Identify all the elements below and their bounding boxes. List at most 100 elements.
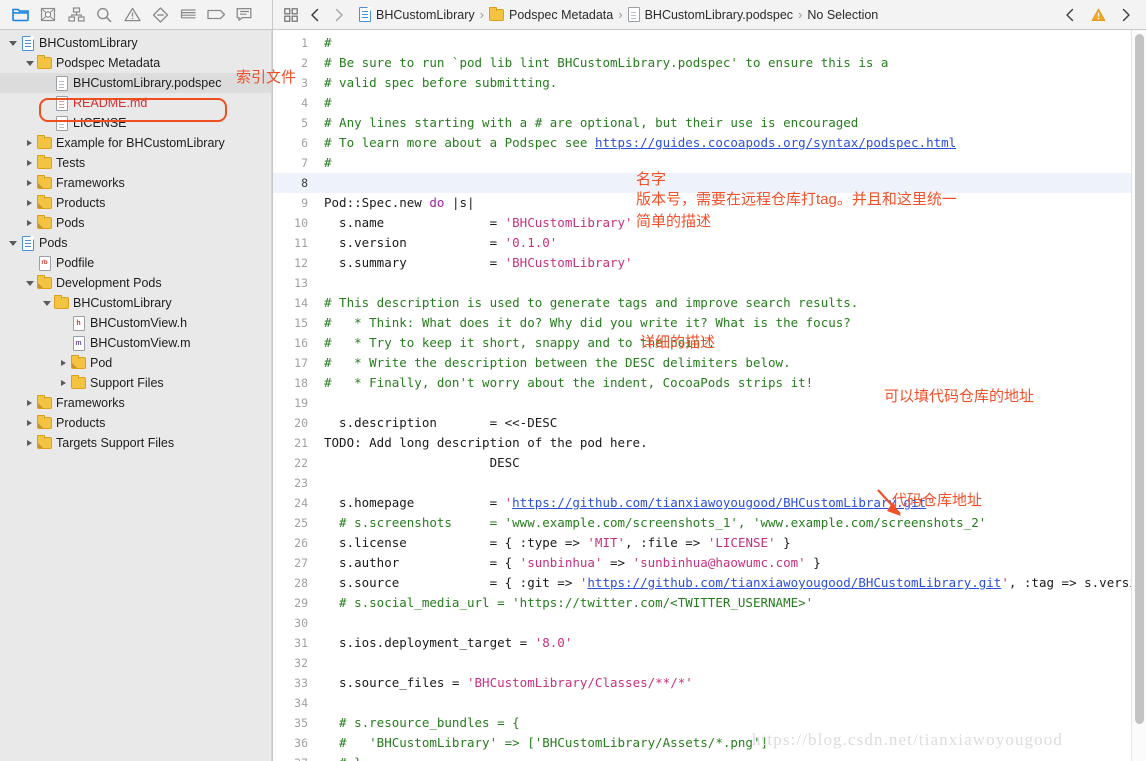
code-line[interactable]: 30 [273, 613, 1146, 633]
project-navigator[interactable]: BHCustomLibrary Podspec Metadata BHCustomL… [0, 30, 273, 761]
code-lines[interactable]: 1 #2 # Be sure to run `pod lib lint BHCust… [273, 30, 1146, 761]
disclosure-triangle-open-icon[interactable] [23, 60, 36, 66]
code-line-text[interactable]: s.version = '0.1.0' [317, 233, 1146, 253]
code-line[interactable]: 37 # } [273, 753, 1146, 761]
back-button[interactable] [303, 4, 327, 26]
code-line[interactable]: 28 s.source = { :git => 'https://github.… [273, 573, 1146, 593]
navigator-row[interactable]: h BHCustomView.h [0, 313, 272, 333]
code-line[interactable]: 21 TODO: Add long description of the pod … [273, 433, 1146, 453]
code-line[interactable]: 31 s.ios.deployment_target = '8.0' [273, 633, 1146, 653]
code-line[interactable]: 35 # s.resource_bundles = { [273, 713, 1146, 733]
disclosure-triangle-open-icon[interactable] [6, 40, 19, 46]
debug-navigator-icon[interactable] [174, 3, 202, 27]
code-line[interactable]: 18 # * Finally, don't worry about the ind… [273, 373, 1146, 393]
navigator-row[interactable]: README.md [0, 93, 272, 113]
code-line-text[interactable]: s.homepage = 'https://github.com/tianxia… [317, 493, 1146, 513]
disclosure-triangle-closed-icon[interactable] [57, 360, 70, 366]
code-line-text[interactable]: s.license = { :type => 'MIT', :file => '… [317, 533, 1146, 553]
disclosure-triangle-open-icon[interactable] [40, 300, 53, 306]
find-navigator-icon[interactable] [90, 3, 118, 27]
symbol-navigator-icon[interactable] [62, 3, 90, 27]
navigator-row[interactable]: Tests [0, 153, 272, 173]
code-line-text[interactable]: # [317, 93, 1146, 113]
code-line[interactable]: 22 DESC [273, 453, 1146, 473]
navigator-row[interactable]: Products [0, 413, 272, 433]
code-line[interactable]: 33 s.source_files = 'BHCustomLibrary/Cla… [273, 673, 1146, 693]
breadcrumb-selection[interactable]: No Selection [807, 8, 878, 22]
source-editor[interactable]: 1 #2 # Be sure to run `pod lib lint BHCust… [273, 30, 1146, 761]
issue-navigator-icon[interactable] [118, 3, 146, 27]
code-line[interactable]: 25 # s.screenshots = 'www.example.com/sc… [273, 513, 1146, 533]
code-line-text[interactable]: # This description is used to generate t… [317, 293, 1146, 313]
navigator-row[interactable]: Support Files [0, 373, 272, 393]
navigator-row[interactable]: m BHCustomView.m [0, 333, 272, 353]
code-line-text[interactable]: # [317, 153, 1146, 173]
navigator-row[interactable]: Example for BHCustomLibrary [0, 133, 272, 153]
navigator-row[interactable]: Frameworks [0, 173, 272, 193]
code-line-text[interactable]: # } [317, 753, 1146, 761]
code-line[interactable]: 16 # * Try to keep it short, snappy and t… [273, 333, 1146, 353]
code-line[interactable]: 7 # [273, 153, 1146, 173]
code-line[interactable]: 8 [273, 173, 1146, 193]
code-line-text[interactable]: # s.social_media_url = 'https://twitter.… [317, 593, 1146, 613]
navigator-row[interactable]: BHCustomLibrary.podspec [0, 73, 272, 93]
code-line[interactable]: 3 # valid spec before submitting. [273, 73, 1146, 93]
disclosure-triangle-closed-icon[interactable] [57, 380, 70, 386]
navigator-row[interactable]: Development Pods [0, 273, 272, 293]
code-line-text[interactable]: s.description = <<-DESC [317, 413, 1146, 433]
code-line-text[interactable]: # * Try to keep it short, snappy and to … [317, 333, 1146, 353]
navigator-row[interactable]: BHCustomLibrary [0, 293, 272, 313]
code-link[interactable]: https://guides.cocoapods.org/syntax/pods… [595, 135, 956, 150]
code-line[interactable]: 24 s.homepage = 'https://github.com/tian… [273, 493, 1146, 513]
navigator-row[interactable]: Pod [0, 353, 272, 373]
code-line-text[interactable]: # To learn more about a Podspec see http… [317, 133, 1146, 153]
navigator-row[interactable]: Targets Support Files [0, 433, 272, 453]
disclosure-triangle-open-icon[interactable] [23, 280, 36, 286]
code-line[interactable]: 9 Pod::Spec.new do |s| [273, 193, 1146, 213]
code-line[interactable]: 34 [273, 693, 1146, 713]
code-line-text[interactable]: s.author = { 'sunbinhua' => 'sunbinhua@h… [317, 553, 1146, 573]
source-control-navigator-icon[interactable] [34, 3, 62, 27]
code-line[interactable]: 23 [273, 473, 1146, 493]
code-line-text[interactable]: s.summary = 'BHCustomLibrary' [317, 253, 1146, 273]
navigator-row[interactable]: Pods [0, 233, 272, 253]
disclosure-triangle-closed-icon[interactable] [23, 220, 36, 226]
disclosure-triangle-closed-icon[interactable] [23, 140, 36, 146]
code-line[interactable]: 10 s.name = 'BHCustomLibrary' [273, 213, 1146, 233]
editor-scrollbar[interactable] [1131, 30, 1146, 761]
test-navigator-icon[interactable] [146, 3, 174, 27]
code-line-text[interactable]: # [317, 33, 1146, 53]
code-line[interactable]: 15 # * Think: What does it do? Why did yo… [273, 313, 1146, 333]
code-link[interactable]: https://github.com/tianxiawoyougood/BHCu… [512, 495, 926, 510]
disclosure-triangle-closed-icon[interactable] [23, 420, 36, 426]
disclosure-triangle-closed-icon[interactable] [23, 440, 36, 446]
code-line-text[interactable]: TODO: Add long description of the pod he… [317, 433, 1146, 453]
code-line-text[interactable]: # valid spec before submitting. [317, 73, 1146, 93]
code-line[interactable]: 2 # Be sure to run `pod lib lint BHCustom… [273, 53, 1146, 73]
breadcrumb-folder[interactable]: Podspec Metadata [488, 6, 613, 22]
navigator-row[interactable]: Frameworks [0, 393, 272, 413]
code-line[interactable]: 1 # [273, 33, 1146, 53]
code-line[interactable]: 4 # [273, 93, 1146, 113]
project-navigator-icon[interactable] [6, 3, 34, 27]
report-navigator-icon[interactable] [230, 3, 258, 27]
navigator-row[interactable]: rb Podfile [0, 253, 272, 273]
code-line[interactable]: 11 s.version = '0.1.0' [273, 233, 1146, 253]
code-link[interactable]: https://github.com/tianxiawoyougood/BHCu… [587, 575, 1001, 590]
code-line-text[interactable]: # s.screenshots = 'www.example.com/scree… [317, 513, 1146, 533]
warning-icon[interactable] [1086, 4, 1110, 26]
navigator-row[interactable]: Pods [0, 213, 272, 233]
code-line[interactable]: 14 # This description is used to generate… [273, 293, 1146, 313]
code-line[interactable]: 6 # To learn more about a Podspec see htt… [273, 133, 1146, 153]
code-line[interactable]: 17 # * Write the description between the … [273, 353, 1146, 373]
code-line[interactable]: 12 s.summary = 'BHCustomLibrary' [273, 253, 1146, 273]
code-line[interactable]: 36 # 'BHCustomLibrary' => ['BHCustomLibr… [273, 733, 1146, 753]
navigator-row[interactable]: BHCustomLibrary [0, 33, 272, 53]
code-line-text[interactable]: # * Write the description between the DE… [317, 353, 1146, 373]
code-line-text[interactable]: # * Think: What does it do? Why did you … [317, 313, 1146, 333]
code-line-text[interactable]: # s.resource_bundles = { [317, 713, 1146, 733]
code-line[interactable]: 27 s.author = { 'sunbinhua' => 'sunbinhu… [273, 553, 1146, 573]
code-line-text[interactable]: # 'BHCustomLibrary' => ['BHCustomLibrary… [317, 733, 1146, 753]
code-line[interactable]: 5 # Any lines starting with a # are optio… [273, 113, 1146, 133]
forward-button[interactable] [327, 4, 351, 26]
